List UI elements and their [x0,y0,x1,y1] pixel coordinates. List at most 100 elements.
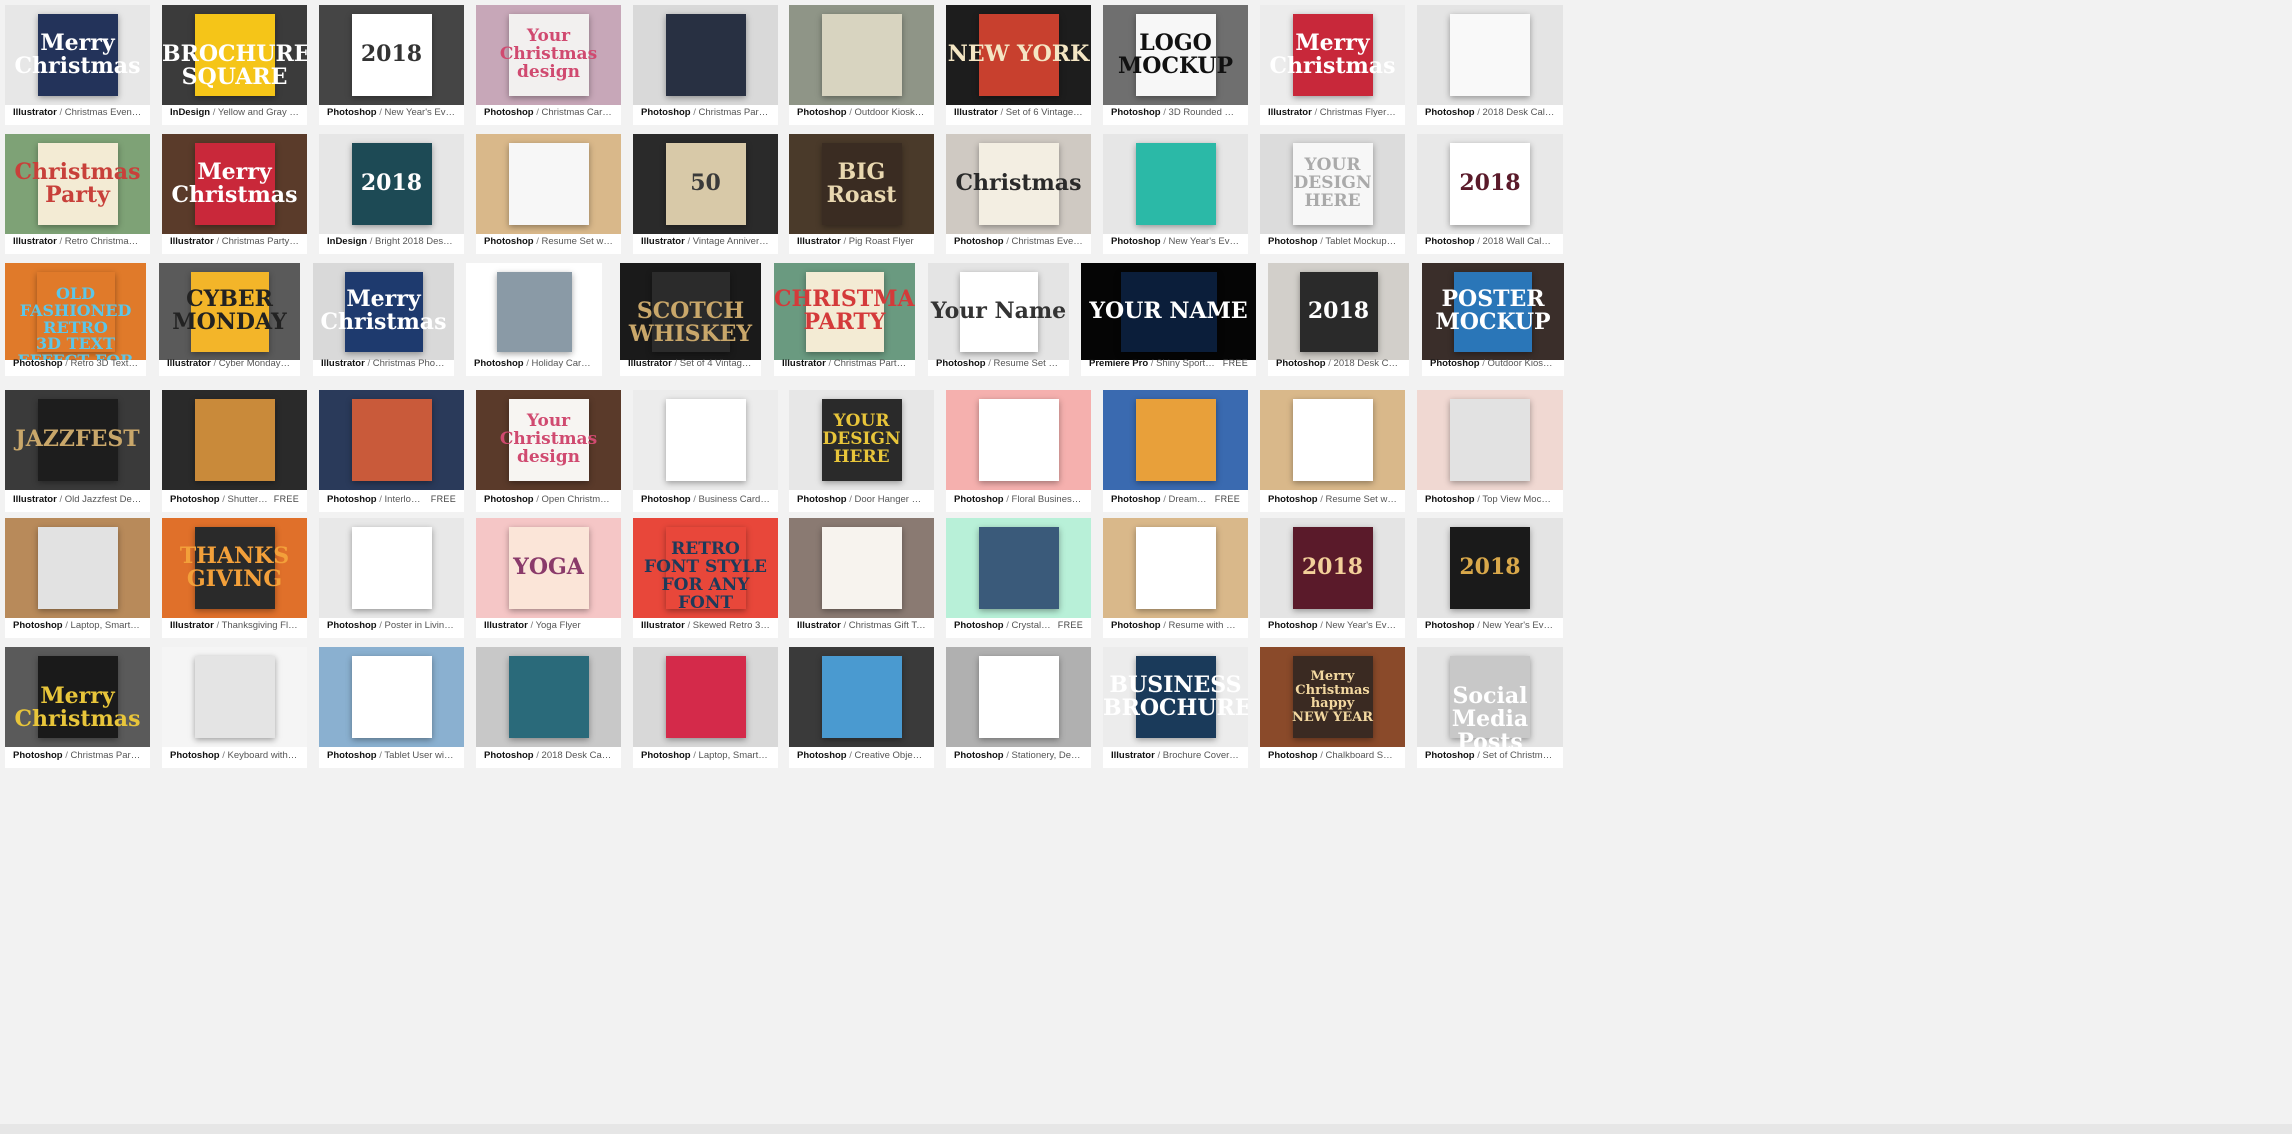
template-caption[interactable]: Photoshop / Door Hanger Mockup [789,486,934,512]
app-name[interactable]: Photoshop [484,750,534,761]
app-name[interactable]: Photoshop [1111,620,1161,631]
template-caption[interactable]: Photoshop / Christmas Card with Gift Moc… [476,99,621,125]
template-thumbnail[interactable] [946,647,1091,747]
app-name[interactable]: Illustrator [170,620,214,631]
app-name[interactable]: Illustrator [641,620,685,631]
app-name[interactable]: Photoshop [13,750,63,761]
app-name[interactable]: Photoshop [474,358,524,369]
app-name[interactable]: Illustrator [13,107,57,118]
template-thumbnail[interactable] [162,647,307,747]
template-title[interactable]: Poster in Living Room Mockup [385,620,456,631]
app-name[interactable]: Illustrator [797,236,841,247]
app-name[interactable]: Photoshop [1268,236,1318,247]
app-name[interactable]: Photoshop [1425,107,1475,118]
template-thumbnail[interactable] [633,5,778,105]
template-card[interactable]: NEW YORK Illustrator / Set of 6 Vintage L… [946,5,1091,125]
app-name[interactable]: Illustrator [1111,750,1155,761]
template-caption[interactable]: Illustrator / Yoga Flyer [476,612,621,638]
template-title[interactable]: Christmas Party Flyer with Santa and B..… [834,358,907,369]
template-thumbnail[interactable]: 2018 [1260,518,1405,618]
template-thumbnail[interactable] [946,390,1091,490]
template-card[interactable]: YOUR DESIGN HERE Photoshop / Tablet Mocku… [1260,134,1405,254]
template-thumbnail[interactable]: YOUR DESIGN HERE [1260,134,1405,234]
app-name[interactable]: Premiere Pro [1089,358,1148,369]
app-name[interactable]: Photoshop [1111,107,1161,118]
template-title[interactable]: Interlocking Geomet... [385,494,425,505]
template-card[interactable]: Your Christmas design Photoshop / Christm… [476,5,621,125]
template-card[interactable]: JAZZFEST Illustrator / Old Jazzfest Deco … [5,390,150,512]
template-caption[interactable]: Illustrator / Pig Roast Flyer [789,228,934,254]
template-card[interactable]: Photoshop / Outdoor Kiosk Advertisement … [789,5,934,125]
template-title[interactable]: Set of Christmas Social Post Layouts 5 [1483,750,1555,761]
template-title[interactable]: Retro Christmas Party Flyer with Trees a… [65,236,142,247]
template-card[interactable]: Photoshop / Business Card with Teal Acce… [633,390,778,512]
template-caption[interactable]: Photoshop / Laptop, Smartphone, Tablet a… [633,742,778,768]
app-name[interactable]: Illustrator [321,358,365,369]
template-card[interactable]: Illustrator / Christmas Gift Tags Set 2 [789,518,934,638]
template-title[interactable]: Resume Set with a Light Gray Sidebar [542,236,613,247]
template-title[interactable]: Christmas Gift Tags Set 2 [849,620,926,631]
template-title[interactable]: Christmas Party Flyer with Santa Hat an.… [222,236,299,247]
template-caption[interactable]: Photoshop / New Year's Eve Party Invitat… [319,99,464,125]
template-caption[interactable]: Illustrator / Christmas Event Flyer 1 [5,99,150,125]
template-caption[interactable]: Photoshop / Christmas Party Flyer with B… [5,742,150,768]
template-card[interactable]: Photoshop / 2018 Desk Calendar with Dark… [476,647,621,768]
template-caption[interactable]: Photoshop / Laptop, Smartphone, Tablet a… [5,612,150,638]
app-name[interactable]: Illustrator [13,236,57,247]
template-title[interactable]: Thanksgiving Flyer 1 [222,620,299,631]
template-title[interactable]: Bright 2018 Desk Calendar Layout [375,236,456,247]
template-caption[interactable]: Illustrator / Old Jazzfest Deco Flyer [5,486,150,512]
template-caption[interactable]: Photoshop / Resume Set with a Light Gray… [476,228,621,254]
template-thumbnail[interactable]: YOUR NAME [1081,263,1256,360]
app-name[interactable]: Photoshop [1425,750,1475,761]
template-caption[interactable]: Illustrator / Christmas Party Flyer with… [162,228,307,254]
template-title[interactable]: Set of 6 Vintage Labels in Red and Green [1006,107,1083,118]
template-title[interactable]: Top View Mockup of Laptop and Smart... [1482,494,1555,505]
template-thumbnail[interactable]: Merry Christmas [5,647,150,747]
template-card[interactable]: Merry Christmas Illustrator / Christmas F… [1260,5,1405,125]
app-name[interactable]: Photoshop [327,750,377,761]
template-card[interactable]: 2018 Photoshop / New Year's Eve Party Inv… [1260,518,1405,638]
template-caption[interactable]: Photoshop / Retro 3D Text Effect [5,350,146,376]
app-name[interactable]: Photoshop [954,494,1004,505]
template-caption[interactable]: Photoshop / 2018 Desk Calendar with Aqua… [1417,99,1563,125]
template-title[interactable]: Christmas Party Flyer with Black and Y..… [71,750,142,761]
template-caption[interactable]: Photoshop / Tablet Mockup with Christmas… [1260,228,1405,254]
app-name[interactable]: Illustrator [1268,107,1312,118]
template-title[interactable]: 2018 Wall Calendar with Burgundy Acc... [1483,236,1555,247]
template-thumbnail[interactable] [633,390,778,490]
app-name[interactable]: InDesign [327,236,367,247]
template-card[interactable]: Photoshop / New Year's Eve Party Invitat… [1103,134,1248,254]
template-caption[interactable]: Photoshop / Set of Christmas Social Post… [1417,742,1563,768]
template-thumbnail[interactable]: Merry Christmas happy NEW YEAR [1260,647,1405,747]
template-card[interactable]: Photoshop / 2018 Desk Calendar with Aqua… [1417,5,1563,125]
template-caption[interactable]: Illustrator / Retro Christmas Party Flye… [5,228,150,254]
template-title[interactable]: 2018 Desk Calendar with Aqua Accents [1483,107,1555,118]
app-name[interactable]: Photoshop [1425,620,1475,631]
template-title[interactable]: Christmas Photocard Layout in Red an... [373,358,446,369]
template-title[interactable]: Business Card with Teal Accents [699,494,770,505]
app-name[interactable]: Photoshop [484,236,534,247]
template-caption[interactable]: Photoshop / Business Card with Teal Acce… [633,486,778,512]
template-caption[interactable]: Photoshop / Outdoor Kiosk Advertisement … [1422,350,1564,376]
app-name[interactable]: Photoshop [1111,494,1161,505]
app-name[interactable]: Illustrator [641,236,685,247]
template-title[interactable]: Christmas Event Flyer with Gold Glitter.… [1012,236,1083,247]
template-title[interactable]: Pig Roast Flyer [849,236,914,247]
template-thumbnail[interactable]: JAZZFEST [5,390,150,490]
template-caption[interactable]: Illustrator / Cyber Monday Sale Social M… [159,350,300,376]
template-caption[interactable]: Photoshop / Creative Objects Mockup with… [789,742,934,768]
template-caption[interactable]: InDesign / Bright 2018 Desk Calendar Lay… [319,228,464,254]
template-title[interactable]: Brochure Cover Layout with Blue and Gr..… [1163,750,1240,761]
template-caption[interactable]: Photoshop / Christmas Party Flyer with N… [633,99,778,125]
template-caption[interactable]: Photoshop / New Year's Eve Party Invitat… [1103,228,1248,254]
template-caption[interactable]: Illustrator / Thanksgiving Flyer 1 [162,612,307,638]
template-card[interactable]: 2018 Photoshop / 2018 Desk Calendar with … [1268,263,1409,376]
template-title[interactable]: Tablet Mockup with Christmas Decorat... [1325,236,1397,247]
template-title[interactable]: Floral Business Card [1012,494,1083,505]
app-name[interactable]: Photoshop [13,620,63,631]
template-card[interactable]: Photoshop / Laptop, Smartphone, Tablet a… [633,647,778,768]
template-card[interactable]: BROCHURE SQUARE InDesign / Yellow and Gra… [162,5,307,125]
template-card[interactable]: OLD FASHIONED RETRO 3D TEXT EFFECT FOR A… [5,263,146,376]
template-thumbnail[interactable]: 2018 [319,5,464,105]
